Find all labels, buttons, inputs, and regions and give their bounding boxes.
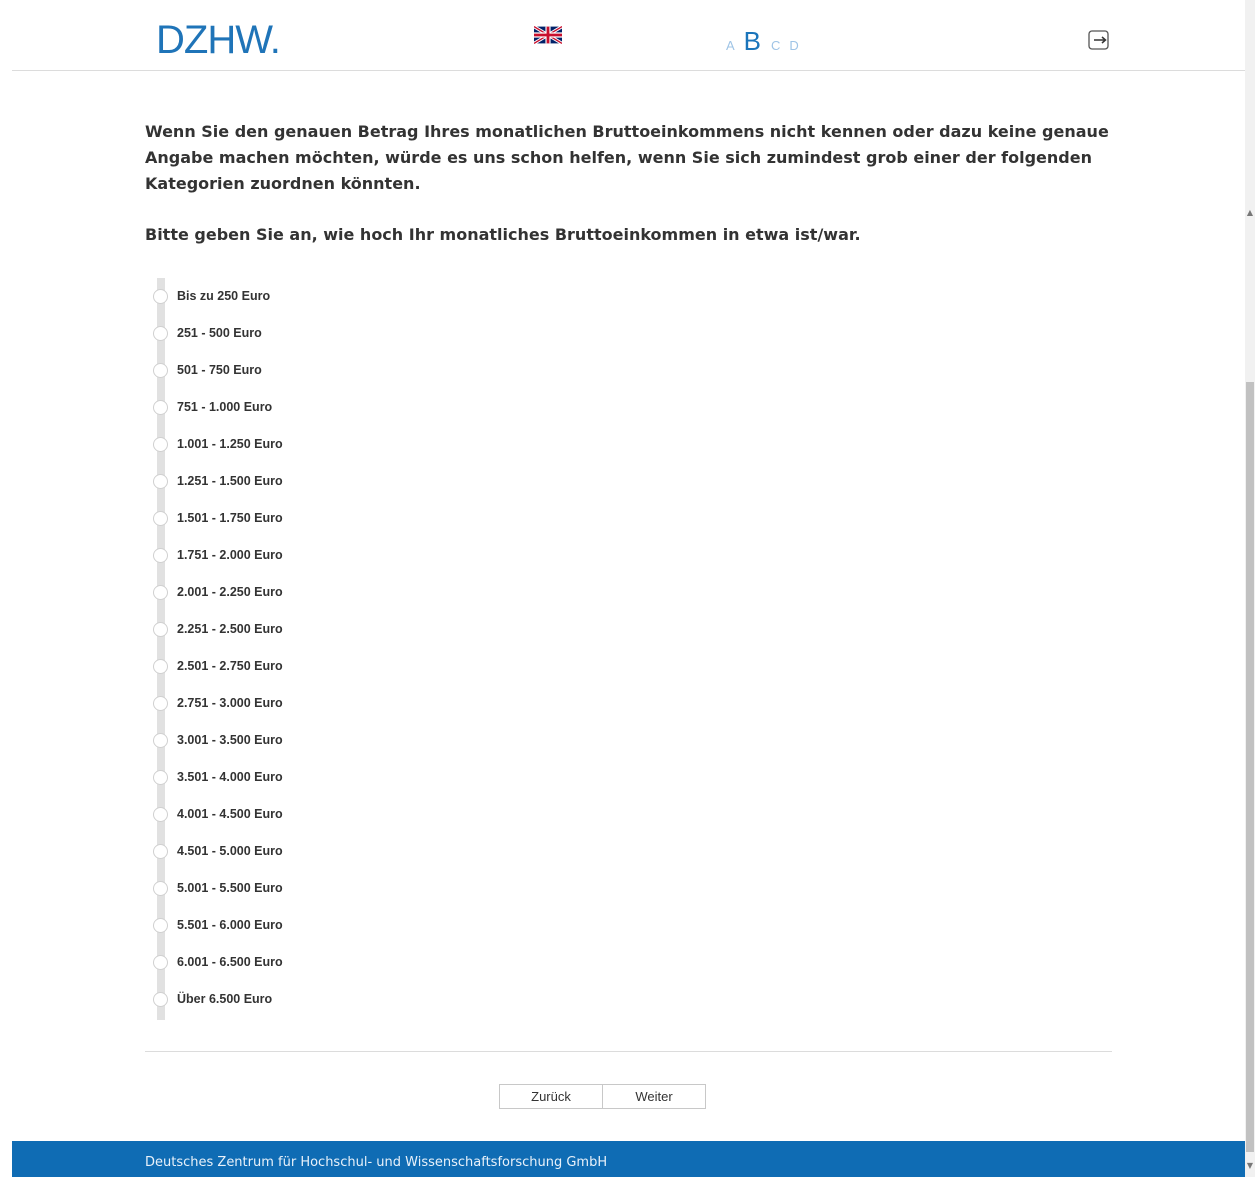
radio-button[interactable] [153, 770, 168, 785]
option-label: 2.001 - 2.250 Euro [177, 585, 283, 599]
option-label: 1.251 - 1.500 Euro [177, 474, 283, 488]
option-label: 5.001 - 5.500 Euro [177, 881, 283, 895]
scroll-down-arrow-icon[interactable]: ▼ [1245, 1160, 1255, 1172]
uk-flag-icon[interactable] [533, 25, 563, 45]
radio-button[interactable] [153, 844, 168, 859]
option-label: Bis zu 250 Euro [177, 289, 271, 303]
option-label: 5.501 - 6.000 Euro [177, 918, 283, 932]
font-size-switcher: ABCD [726, 26, 808, 57]
option-label: Über 6.500 Euro [177, 992, 273, 1006]
option-label: 4.501 - 5.000 Euro [177, 844, 283, 858]
radio-button[interactable] [153, 696, 168, 711]
option-label: 1.501 - 1.750 Euro [177, 511, 283, 525]
logout-icon[interactable] [1088, 30, 1110, 50]
radio-button[interactable] [153, 992, 168, 1007]
radio-button[interactable] [153, 326, 168, 341]
radio-button[interactable] [153, 548, 168, 563]
footer-text: Deutsches Zentrum für Hochschul- und Wis… [145, 1155, 608, 1170]
option-label: 3.001 - 3.500 Euro [177, 733, 283, 747]
option-label: 4.001 - 4.500 Euro [177, 807, 283, 821]
dzhw-logo: DZHW. [156, 18, 281, 62]
option-label: 251 - 500 Euro [177, 326, 262, 340]
radio-button[interactable] [153, 807, 168, 822]
radio-button[interactable] [153, 733, 168, 748]
header-divider [12, 70, 1245, 71]
font-size-b[interactable]: B [744, 26, 761, 57]
option-label: 1.751 - 2.000 Euro [177, 548, 283, 562]
option-label: 501 - 750 Euro [177, 363, 262, 377]
option-label: 6.001 - 6.500 Euro [177, 955, 283, 969]
page-header: DZHW. ABCD [0, 0, 1245, 70]
option-track [157, 278, 165, 1020]
option-label: 3.501 - 4.000 Euro [177, 770, 283, 784]
question-text: Wenn Sie den genauen Betrag Ihres monatl… [145, 119, 1115, 273]
font-size-d[interactable]: D [789, 38, 798, 53]
font-size-a[interactable]: A [726, 38, 735, 53]
scrollbar-thumb[interactable] [1246, 382, 1254, 1152]
content-divider [145, 1051, 1112, 1052]
radio-button[interactable] [153, 511, 168, 526]
question-prompt: Bitte geben Sie an, wie hoch Ihr monatli… [145, 225, 861, 244]
radio-button[interactable] [153, 437, 168, 452]
radio-button[interactable] [153, 622, 168, 637]
radio-button[interactable] [153, 400, 168, 415]
option-label: 2.501 - 2.750 Euro [177, 659, 283, 673]
scroll-up-arrow-icon[interactable]: ▲ [1245, 207, 1255, 219]
radio-button[interactable] [153, 474, 168, 489]
radio-button[interactable] [153, 585, 168, 600]
radio-button[interactable] [153, 881, 168, 896]
option-label: 751 - 1.000 Euro [177, 400, 273, 414]
next-button[interactable]: Weiter [602, 1084, 706, 1109]
question-intro: Wenn Sie den genauen Betrag Ihres monatl… [145, 122, 1109, 193]
back-button[interactable]: Zurück [499, 1084, 603, 1109]
radio-button[interactable] [153, 955, 168, 970]
radio-button[interactable] [153, 289, 168, 304]
font-size-c[interactable]: C [771, 38, 780, 53]
radio-button[interactable] [153, 659, 168, 674]
option-label: 2.751 - 3.000 Euro [177, 696, 283, 710]
option-label: 1.001 - 1.250 Euro [177, 437, 283, 451]
radio-button[interactable] [153, 918, 168, 933]
option-label: 2.251 - 2.500 Euro [177, 622, 283, 636]
page-footer: Deutsches Zentrum für Hochschul- und Wis… [12, 1141, 1245, 1177]
radio-button[interactable] [153, 363, 168, 378]
